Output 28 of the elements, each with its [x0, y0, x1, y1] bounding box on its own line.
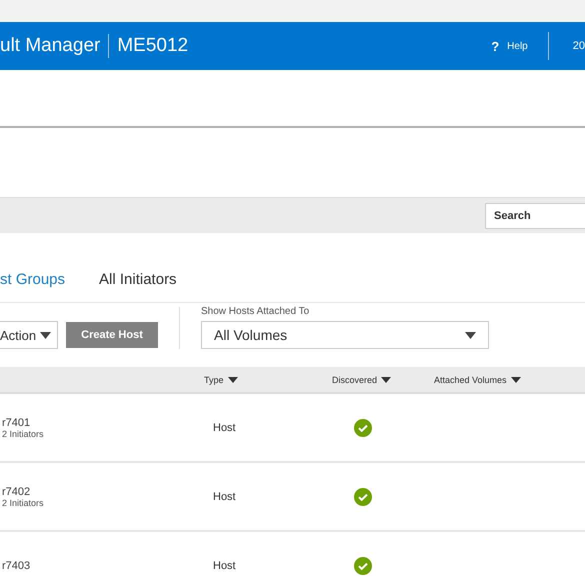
- filter-label: Show Hosts Attached To: [201, 306, 310, 317]
- table-cell-text: Host: [212, 422, 237, 434]
- header-text: 20: [572, 40, 585, 52]
- action-dropdown[interactable]: Action: [0, 321, 58, 349]
- search-field[interactable]: Search: [485, 202, 585, 228]
- help-icon[interactable]: ?: [491, 38, 500, 54]
- host-name[interactable]: r7402: [2, 486, 204, 498]
- caret-icon: [510, 376, 521, 382]
- tab[interactable]: st Groups: [0, 269, 66, 289]
- column-header[interactable]: Type: [204, 374, 332, 384]
- host-name[interactable]: r7403: [2, 560, 204, 572]
- system-name: ME5012: [117, 35, 188, 57]
- tab[interactable]: All Initiators: [99, 269, 177, 289]
- help-link[interactable]: Help: [507, 40, 528, 52]
- caret-icon: [40, 332, 52, 338]
- table-cell-text: Host: [212, 560, 237, 572]
- app-title: ult Manager: [0, 35, 100, 57]
- create-host-button[interactable]: Create Host: [66, 322, 158, 348]
- initiator-count: 2 Initiators: [2, 498, 45, 508]
- host-name[interactable]: r7401: [2, 416, 204, 428]
- table-cell-text: Host: [212, 490, 237, 502]
- column-header[interactable]: Discovered: [332, 374, 434, 384]
- column-header[interactable]: Attached Volumes: [434, 374, 585, 384]
- initiator-count: 2 Initiators: [2, 428, 45, 438]
- volume-dropdown[interactable]: All Volumes: [201, 321, 489, 349]
- caret-icon: [465, 332, 476, 338]
- caret-icon: [381, 376, 392, 382]
- caret-icon: [228, 376, 238, 382]
